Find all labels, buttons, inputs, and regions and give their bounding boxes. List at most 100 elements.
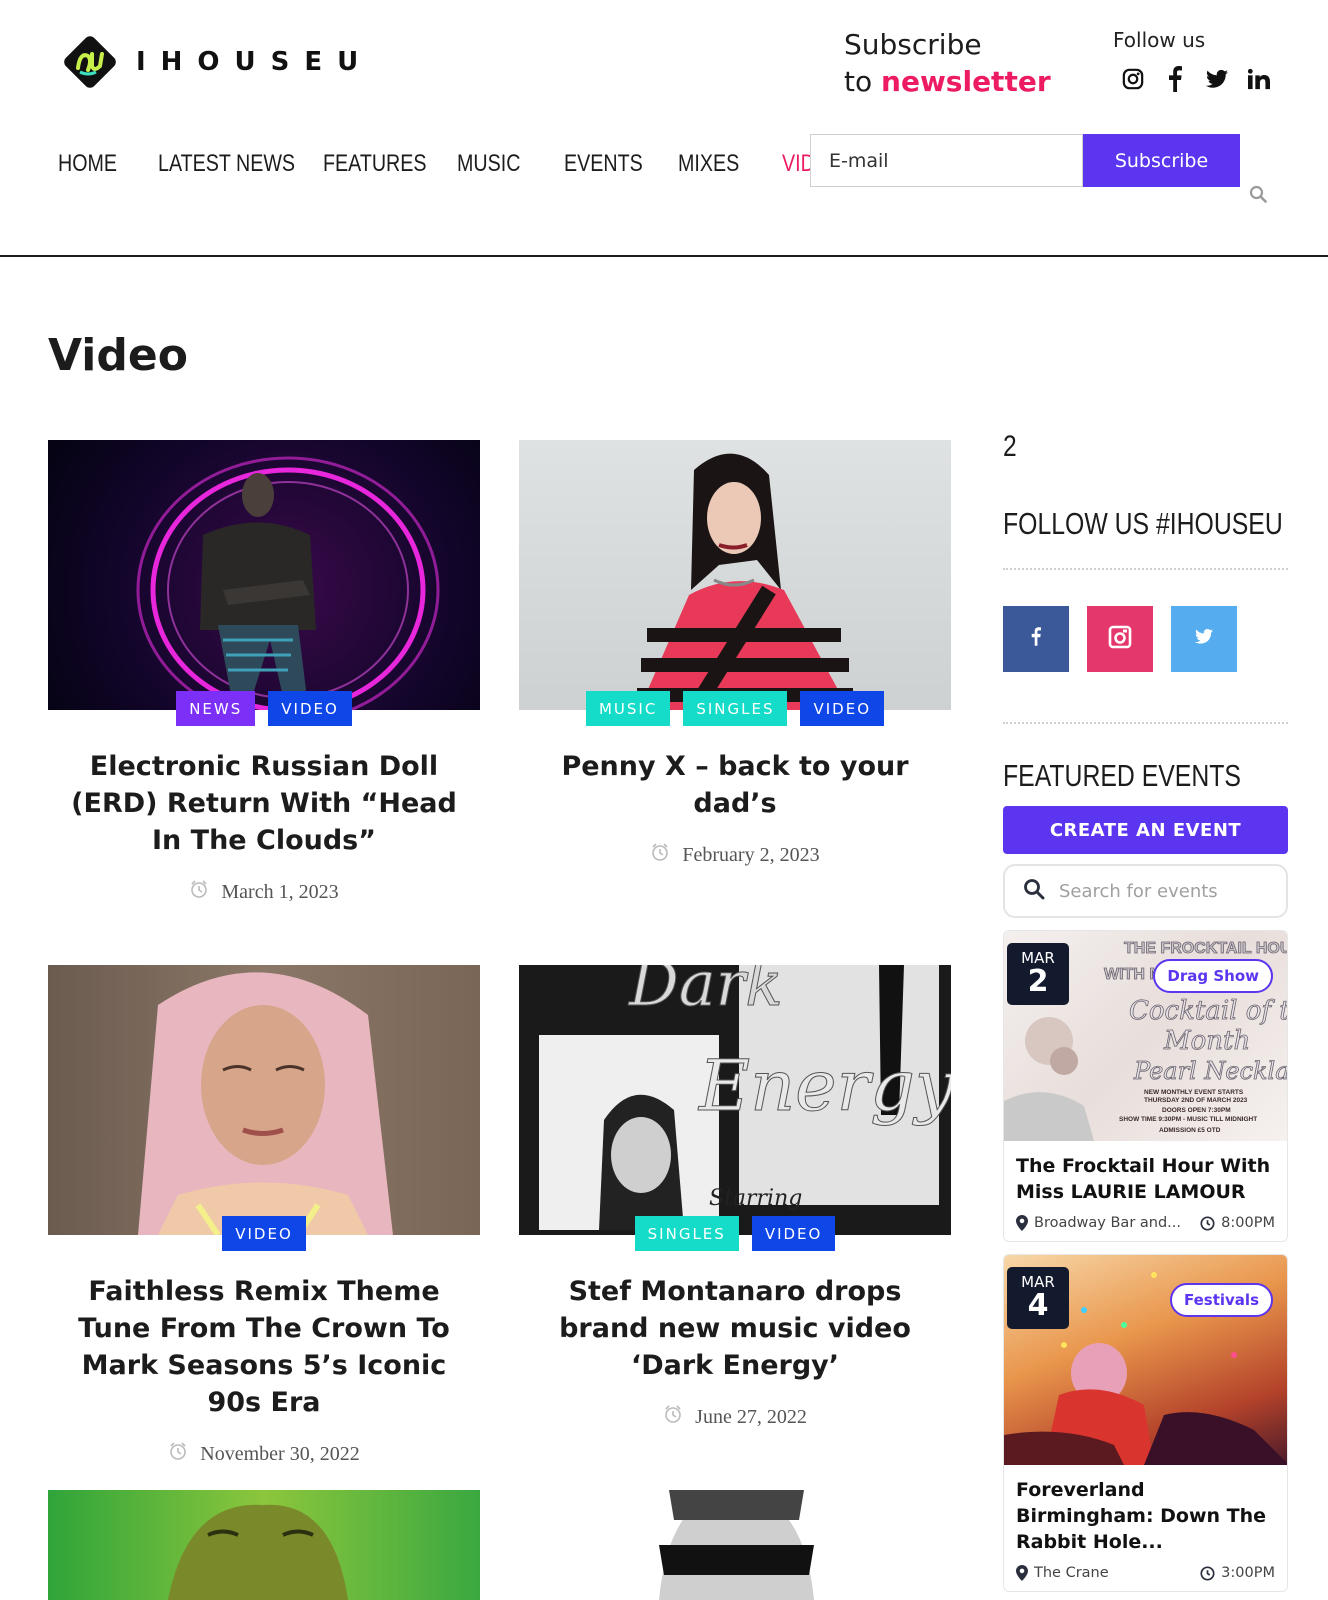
newsletter-heading: Subscribe to newsletter [844,26,1051,100]
poster-line: SHOW TIME 9:30PM - MUSIC TILL MIDNIGHT [1119,1116,1257,1123]
clock-icon [650,842,670,868]
divider [1003,568,1288,570]
page-title: Video [48,330,188,381]
location-pin-icon [1016,1215,1028,1231]
search-icon[interactable] [1249,185,1267,208]
article-title[interactable]: Electronic Russian Doll (ERD) Return Wit… [48,748,480,859]
nav-item-music[interactable]: MUSIC [457,150,545,178]
event-date-badge: MAR 4 [1007,1267,1069,1329]
event-category-badge[interactable]: Festivals [1169,1283,1273,1317]
site-logo[interactable]: IHOUSEU [58,30,373,94]
nav-item-features[interactable]: FEATURES [323,150,433,178]
article-tags: SINGLES VIDEO [519,1216,951,1251]
event-card[interactable]: THE FROCKTAIL HOUR WITH MI Cocktail of t… [1003,930,1288,1242]
article-date-text: February 2, 2023 [682,843,820,866]
article-date: June 27, 2022 [519,1404,951,1430]
subscribe-button[interactable]: Subscribe [1083,134,1240,187]
event-card[interactable]: MAR 4 Festivals Foreverland Birmingham: … [1003,1254,1288,1592]
article-tags: MUSIC SINGLES VIDEO [519,691,951,726]
poster-line: NEW MONTHLY EVENT STARTS [1144,1089,1244,1096]
event-time: 3:00PM [1200,1565,1275,1581]
follow-us-label: Follow us [1113,28,1206,52]
article-thumbnail[interactable] [519,1490,951,1600]
event-day: 2 [1027,964,1049,999]
event-venue: Broadway Bar and... [1016,1215,1181,1231]
follow-us-block: Follow us [1113,28,1270,92]
poster-line: Cocktail of the [1129,996,1288,1026]
poster-line: DOORS OPEN 7:30PM [1162,1107,1231,1114]
newsletter-line2-prefix: to [844,65,882,98]
tag-video[interactable]: VIDEO [800,691,885,726]
event-image: THE FROCKTAIL HOUR WITH MI Cocktail of t… [1004,931,1288,1141]
event-venue-text: Broadway Bar and... [1034,1215,1181,1231]
email-field[interactable] [810,134,1083,187]
poster-line: ADMISSION £5 OTD [1159,1127,1221,1134]
poster-line: THE FROCKTAIL HOUR [1124,940,1288,957]
search-icon [1023,878,1045,905]
clock-icon [168,1441,188,1467]
instagram-icon[interactable] [1122,66,1144,92]
nav-item-events[interactable]: EVENTS [564,150,657,178]
article-thumbnail[interactable]: Dark Energy Starring [519,965,951,1235]
social-buttons [1003,606,1288,672]
tag-video[interactable]: VIDEO [268,691,352,726]
article-thumbnail[interactable] [519,440,951,710]
article-date: November 30, 2022 [48,1441,480,1467]
event-title[interactable]: Foreverland Birmingham: Down The Rabbit … [1016,1477,1275,1555]
article-title[interactable]: Stef Montanaro drops brand new music vid… [519,1273,951,1384]
article-thumbnail[interactable] [48,440,480,710]
twitter-button[interactable] [1171,606,1237,672]
nav-item-mixes[interactable]: MIXES [678,150,763,178]
article-title[interactable]: Penny X – back to your dad’s [519,748,951,822]
main-nav: HOME LATEST NEWS FEATURES MUSIC EVENTS M… [58,150,822,178]
article-tags: NEWS VIDEO [48,691,480,726]
instagram-button[interactable] [1087,606,1153,672]
divider [1003,722,1288,724]
nav-item-home[interactable]: HOME [58,150,140,178]
poster-line: Month [1163,1026,1250,1056]
event-search-box [1003,864,1288,918]
event-date-badge: MAR 2 [1007,943,1069,1005]
tag-video[interactable]: VIDEO [222,1216,306,1251]
event-time-text: 8:00PM [1221,1215,1275,1231]
nav-item-latest-news[interactable]: LATEST NEWS [158,150,295,178]
tag-video[interactable]: VIDEO [751,1216,836,1251]
location-pin-icon [1016,1565,1028,1581]
article-thumbnail[interactable] [48,965,480,1235]
newsletter-line1: Subscribe [844,28,982,61]
article-tags: VIDEO [48,1216,480,1251]
newsletter-accent: newsletter [881,65,1051,98]
tag-singles[interactable]: SINGLES [634,1216,739,1251]
newsletter-line2: to newsletter [844,63,1051,100]
logo-mark-icon [58,30,122,94]
article-date-text: June 27, 2022 [695,1405,807,1428]
follow-heading: FOLLOW US #IHOUSEU [1003,506,1283,541]
article-date-text: March 1, 2023 [221,880,339,903]
featured-events-heading: FEATURED EVENTS [1003,758,1241,793]
facebook-button[interactable] [1003,606,1069,672]
poster-line: Pearl Necklace [1133,1057,1288,1085]
event-title[interactable]: The Frocktail Hour With Miss LAURIE LAMO… [1016,1153,1275,1205]
tag-news[interactable]: NEWS [176,691,256,726]
article-thumbnail[interactable] [48,1490,480,1600]
facebook-icon[interactable] [1164,66,1186,92]
event-venue-text: The Crane [1034,1565,1109,1581]
image-text-energy: Energy [697,1045,951,1127]
twitter-icon[interactable] [1206,66,1228,92]
instagram-icon [1108,625,1132,654]
linkedin-icon[interactable] [1248,66,1270,92]
event-time: 8:00PM [1200,1215,1275,1231]
create-event-button[interactable]: CREATE AN EVENT [1003,806,1288,854]
tag-music[interactable]: MUSIC [585,691,671,726]
event-category-badge[interactable]: Drag Show [1153,959,1273,993]
event-search-input[interactable] [1059,880,1279,902]
article-card: NEWS VIDEO Electronic Russian Doll (ERD)… [48,440,480,905]
clock-icon [663,1404,683,1430]
article-card: VIDEO Faithless Remix Theme Tune From Th… [48,965,480,1467]
header-divider [0,255,1328,257]
sidebar-number: 2 [1003,430,1017,463]
article-title[interactable]: Faithless Remix Theme Tune From The Crow… [48,1273,480,1421]
tag-singles[interactable]: SINGLES [683,691,788,726]
event-time-text: 3:00PM [1221,1565,1275,1581]
clock-icon [1200,1215,1215,1231]
